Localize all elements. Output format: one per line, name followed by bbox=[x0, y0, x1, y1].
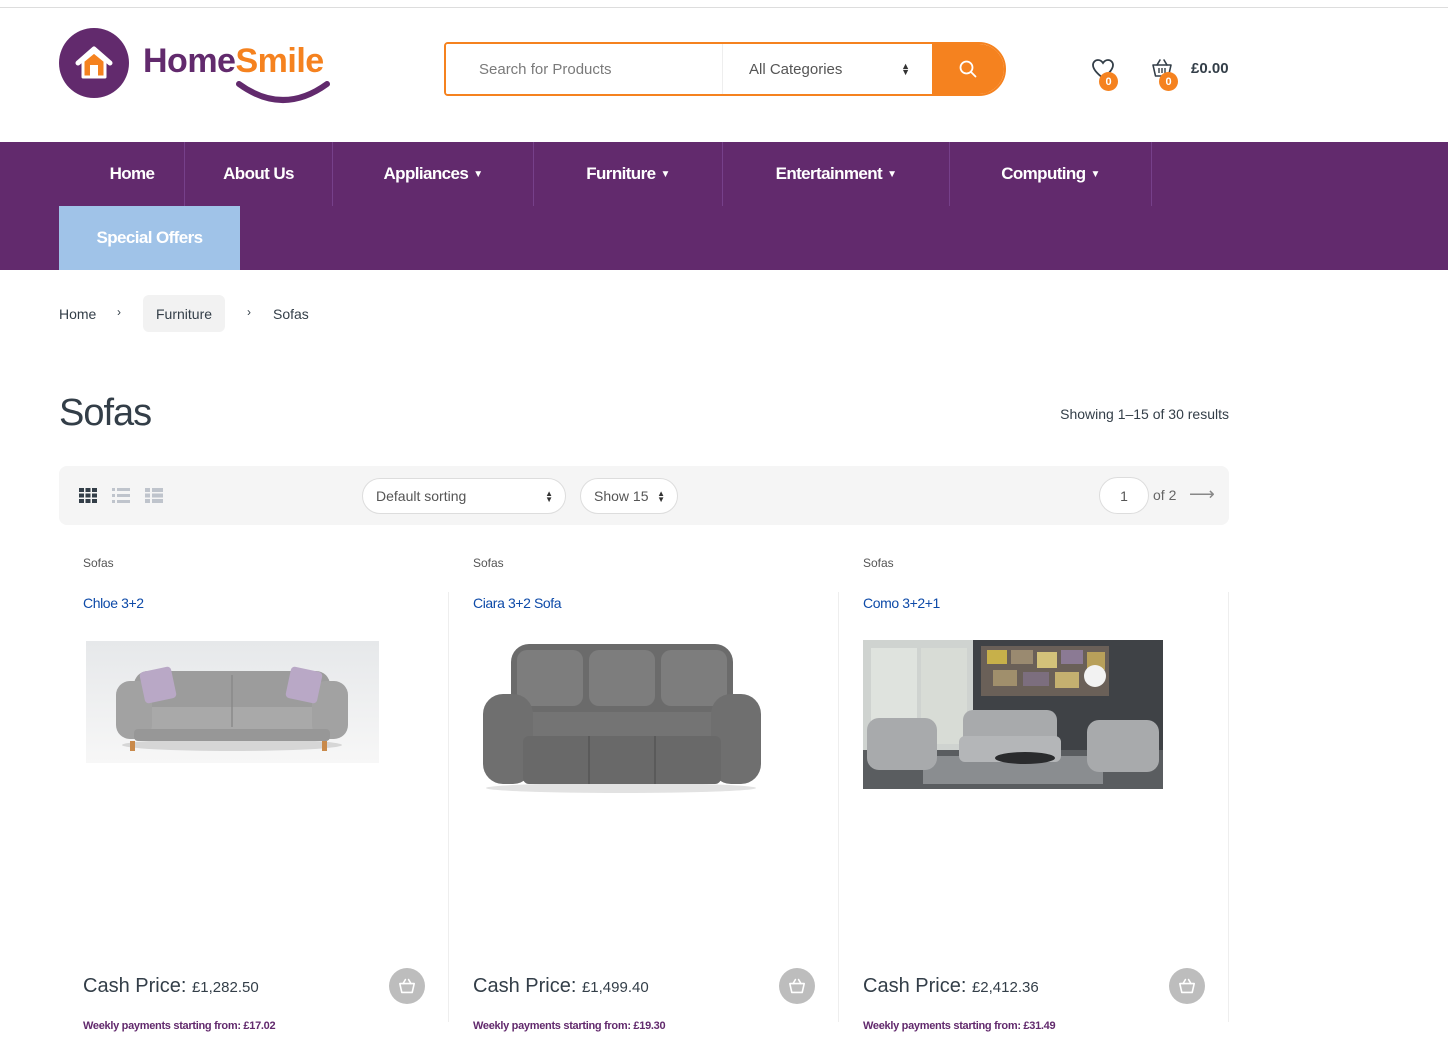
updown-arrows-icon: ▲ ▼ bbox=[901, 61, 910, 77]
add-to-cart-button[interactable] bbox=[1169, 968, 1205, 1004]
nav-item-label: Entertainment bbox=[775, 164, 883, 183]
nav-item-computing[interactable]: Computing ▼ bbox=[950, 142, 1152, 206]
caret-down-icon: ▼ bbox=[1090, 168, 1101, 180]
caret-down-icon: ▼ bbox=[887, 168, 897, 180]
product-title[interactable]: Ciara 3+2 Sofa bbox=[473, 595, 562, 611]
sorting-select[interactable]: Default sorting ▲ ▼ bbox=[362, 478, 566, 514]
add-to-cart-button[interactable] bbox=[779, 968, 815, 1004]
nav-item-furniture[interactable]: Furniture ▼ bbox=[534, 142, 723, 206]
nav-item-about-us[interactable]: About Us bbox=[185, 142, 333, 206]
top-border bbox=[0, 7, 1448, 8]
breadcrumb-home[interactable]: Home bbox=[59, 295, 96, 332]
product-title[interactable]: Chloe 3+2 bbox=[83, 595, 144, 611]
logo-wordmark: HomeSmile bbox=[143, 28, 343, 103]
product-image[interactable] bbox=[473, 636, 770, 796]
nav-item-label: Special Offers bbox=[96, 228, 204, 247]
nav-item-special-offers[interactable]: Special Offers bbox=[59, 206, 240, 270]
nav-item-home[interactable]: Home bbox=[80, 142, 185, 206]
basket-icon bbox=[1179, 978, 1195, 994]
breadcrumb-furniture[interactable]: Furniture bbox=[143, 295, 226, 332]
product-divider bbox=[1228, 592, 1229, 1022]
product-divider bbox=[838, 592, 839, 1022]
nav-item-entertainment[interactable]: Entertainment ▼ bbox=[723, 142, 950, 206]
weekly-payment: Weekly payments starting from: £19.30 bbox=[473, 1020, 666, 1032]
cart-total[interactable]: £0.00 bbox=[1191, 60, 1229, 77]
add-to-cart-button[interactable] bbox=[389, 968, 425, 1004]
grid-extended-view-icon[interactable] bbox=[112, 488, 130, 503]
price-label: Cash Price: bbox=[863, 975, 967, 997]
shop-toolbar: Default sorting ▲▼ Show 15 ▲▼ of 2 ⟶ bbox=[59, 466, 1229, 525]
page-number-input[interactable] bbox=[1099, 477, 1149, 514]
updown-arrows-icon: ▲ ▼ bbox=[657, 489, 665, 504]
nav-item-label: Computing bbox=[1001, 164, 1086, 183]
nav-item-label: About Us bbox=[223, 164, 294, 183]
list-view-icon[interactable] bbox=[145, 488, 163, 503]
price-amount: £1,499.40 bbox=[581, 979, 649, 996]
basket-icon bbox=[789, 978, 805, 994]
main-navigation: Home About Us Appliances ▼ Furniture ▼ Ent… bbox=[0, 142, 1448, 270]
grid-view-icon[interactable] bbox=[79, 488, 97, 503]
caret-down-icon: ▼ bbox=[660, 168, 670, 180]
wishlist-count-badge: 0 bbox=[1099, 72, 1118, 91]
nav-item-label: Furniture bbox=[586, 164, 656, 183]
logo[interactable]: HomeSmile bbox=[59, 28, 343, 103]
price-amount: £2,412.36 bbox=[971, 979, 1039, 996]
nav-item-label: Appliances bbox=[383, 164, 469, 183]
basket-icon bbox=[399, 978, 415, 994]
price-amount: £1,282.50 bbox=[191, 979, 259, 996]
category-select-value: All Categories bbox=[749, 60, 843, 78]
product-divider bbox=[448, 592, 449, 1022]
logo-home-text: Home bbox=[143, 42, 236, 80]
product-price: Cash Price: £1,282.50 bbox=[83, 975, 259, 998]
search-button[interactable] bbox=[932, 44, 1004, 94]
wishlist-button[interactable]: 0 bbox=[1091, 58, 1121, 92]
caret-down-icon: ▼ bbox=[473, 168, 483, 180]
nav-item-label: Home bbox=[109, 164, 155, 183]
price-label: Cash Price: bbox=[473, 975, 577, 997]
product-image[interactable] bbox=[86, 641, 379, 763]
weekly-payment: Weekly payments starting from: £31.49 bbox=[863, 1020, 1056, 1032]
product-price: Cash Price: £1,499.40 bbox=[473, 975, 649, 998]
logo-smile-text: Smile bbox=[235, 42, 324, 80]
product-price: Cash Price: £2,412.36 bbox=[863, 975, 1039, 998]
next-page-arrow-icon[interactable]: ⟶ bbox=[1189, 484, 1215, 505]
house-icon bbox=[59, 28, 129, 98]
product-category[interactable]: Sofas bbox=[473, 556, 504, 570]
product-category[interactable]: Sofas bbox=[83, 556, 114, 570]
breadcrumb-separator: › bbox=[247, 305, 251, 319]
product-image[interactable] bbox=[863, 640, 1163, 789]
sorting-select-value: Default sorting bbox=[376, 488, 467, 504]
cart-count-badge: 0 bbox=[1159, 72, 1178, 91]
price-label: Cash Price: bbox=[83, 975, 187, 997]
smile-curve-icon bbox=[236, 81, 330, 103]
weekly-payment: Weekly payments starting from: £17.02 bbox=[83, 1020, 276, 1032]
nav-item-appliances[interactable]: Appliances ▼ bbox=[333, 142, 534, 206]
page-title: Sofas bbox=[59, 392, 152, 434]
breadcrumb-separator: › bbox=[117, 305, 121, 319]
cart-button[interactable]: 0 bbox=[1151, 58, 1181, 92]
search-input[interactable] bbox=[446, 44, 722, 94]
search-bar: All Categories ▲▼ bbox=[444, 42, 1006, 96]
product-category[interactable]: Sofas bbox=[863, 556, 894, 570]
product-title[interactable]: Como 3+2+1 bbox=[863, 595, 940, 611]
updown-arrows-icon: ▲ ▼ bbox=[545, 489, 553, 504]
page-total: of 2 bbox=[1153, 487, 1177, 503]
category-select[interactable]: All Categories ▲ ▼ bbox=[722, 44, 932, 94]
per-page-select-value: Show 15 bbox=[594, 488, 649, 504]
per-page-select[interactable]: Show 15 ▲ ▼ bbox=[580, 478, 678, 514]
search-icon bbox=[959, 60, 977, 78]
breadcrumb-current: Sofas bbox=[273, 305, 309, 322]
results-count: Showing 1–15 of 30 results bbox=[1060, 406, 1229, 422]
